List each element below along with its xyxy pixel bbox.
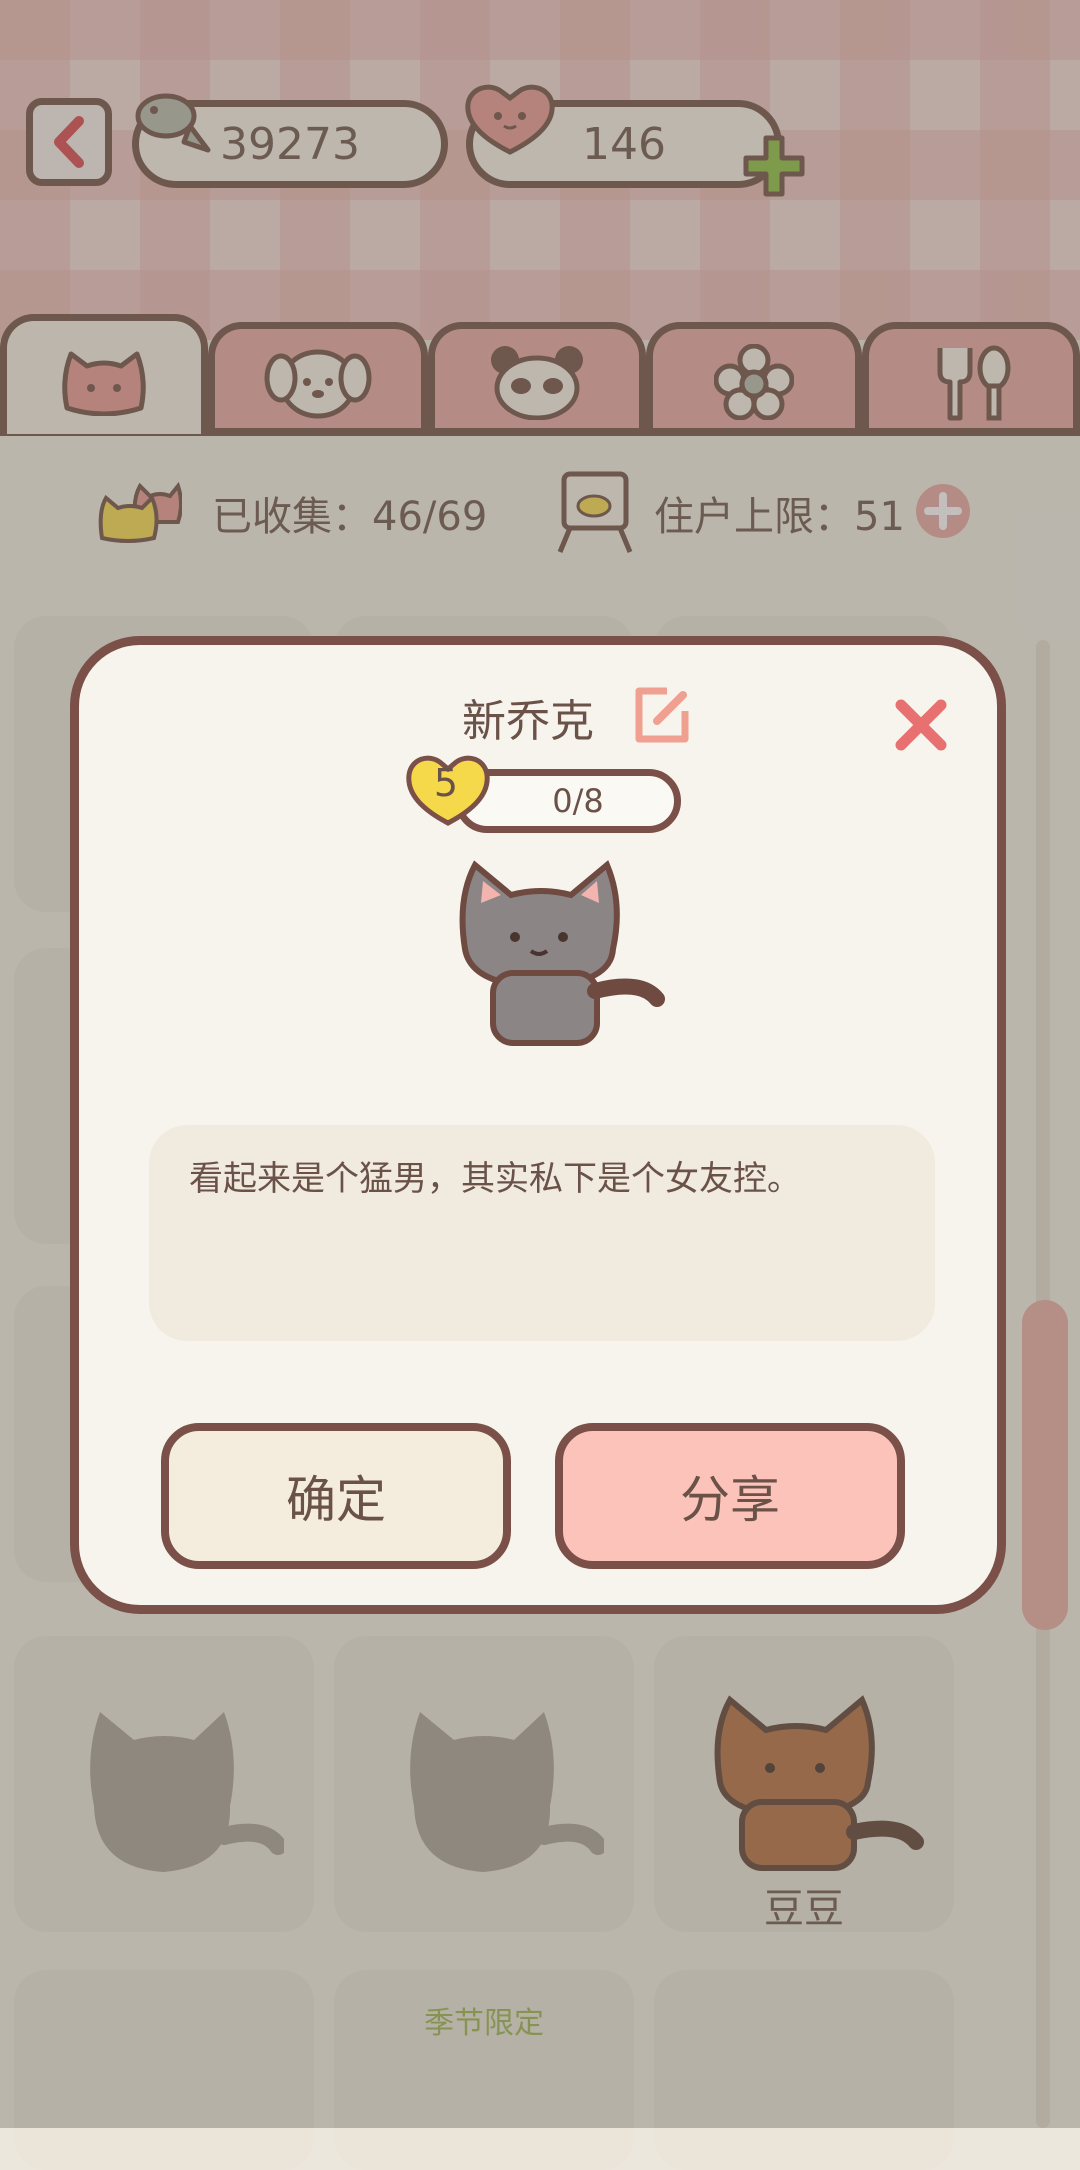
share-button[interactable]: 分享 — [555, 1423, 905, 1569]
cat-description: 看起来是个猛男，其实私下是个女友控。 — [189, 1159, 801, 1199]
gray-tabby-cat-icon — [459, 860, 665, 1046]
cat-detail-dialog: 新乔克 0/8 5 看起来是个猛男，其实私下是个女友控。 确定 分享 — [70, 636, 1006, 1614]
confirm-button[interactable]: 确定 — [161, 1423, 511, 1569]
cat-name-title: 新乔克 — [79, 685, 1015, 749]
level-number: 5 — [433, 761, 459, 805]
edit-name-icon[interactable] — [631, 685, 693, 747]
affinity-progress-text: 0/8 — [552, 782, 604, 820]
cat-name: 新乔克 — [462, 696, 594, 747]
close-icon[interactable] — [893, 697, 949, 753]
cat-description-box: 看起来是个猛男，其实私下是个女友控。 — [149, 1125, 935, 1341]
